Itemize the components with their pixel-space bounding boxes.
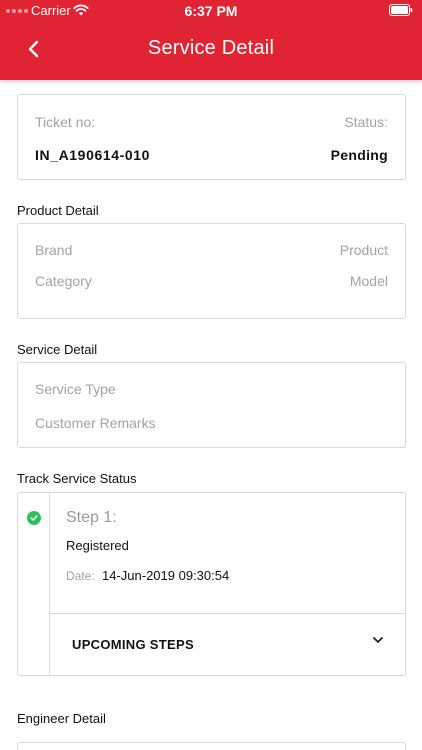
battery-icon	[389, 4, 413, 16]
service-detail-heading: Service Detail	[17, 342, 98, 357]
track-card: Step 1: Registered Date: 14-Jun-2019 09:…	[17, 492, 406, 676]
engineer-card	[17, 742, 406, 750]
ticket-no-label: Ticket no:	[35, 114, 96, 130]
product-label: Product	[339, 242, 388, 258]
chevron-down-icon[interactable]	[371, 633, 385, 647]
status-label: Status:	[344, 114, 388, 130]
date-value: 14-Jun-2019 09:30:54	[102, 568, 230, 583]
category-label: Category	[35, 273, 92, 289]
step-label: Step 1:	[66, 509, 117, 526]
check-circle-icon	[27, 511, 41, 525]
brand-label: Brand	[35, 242, 73, 258]
customer-remarks-label: Customer Remarks	[35, 415, 156, 431]
timeline-rail	[18, 493, 50, 675]
check-icon	[30, 515, 38, 521]
service-type-label: Service Type	[35, 381, 116, 397]
model-label: Model	[349, 273, 388, 289]
date-label: Date:	[66, 569, 95, 583]
product-card: Brand Product Category Model	[17, 223, 406, 319]
ticket-card: Ticket no: Status: IN_A190614-010 Pendin…	[17, 94, 406, 180]
service-card: Service Type Customer Remarks	[17, 362, 406, 448]
upcoming-steps-toggle[interactable]: UPCOMING STEPS	[72, 637, 194, 652]
page-title: Service Detail	[147, 37, 275, 59]
engineer-detail-heading: Engineer Detail	[17, 711, 106, 726]
clock: 6:37 PM	[184, 3, 238, 19]
app-header: Carrier 6:37 PM Service Detail	[0, 0, 422, 80]
status-badge: Pending	[330, 147, 388, 163]
step-name: Registered	[66, 538, 129, 553]
ticket-no-value: IN_A190614-010	[35, 147, 151, 163]
divider	[50, 613, 405, 614]
status-bar: Carrier 6:37 PM	[0, 0, 422, 22]
track-status-heading: Track Service Status	[17, 471, 137, 486]
product-detail-heading: Product Detail	[17, 203, 99, 218]
